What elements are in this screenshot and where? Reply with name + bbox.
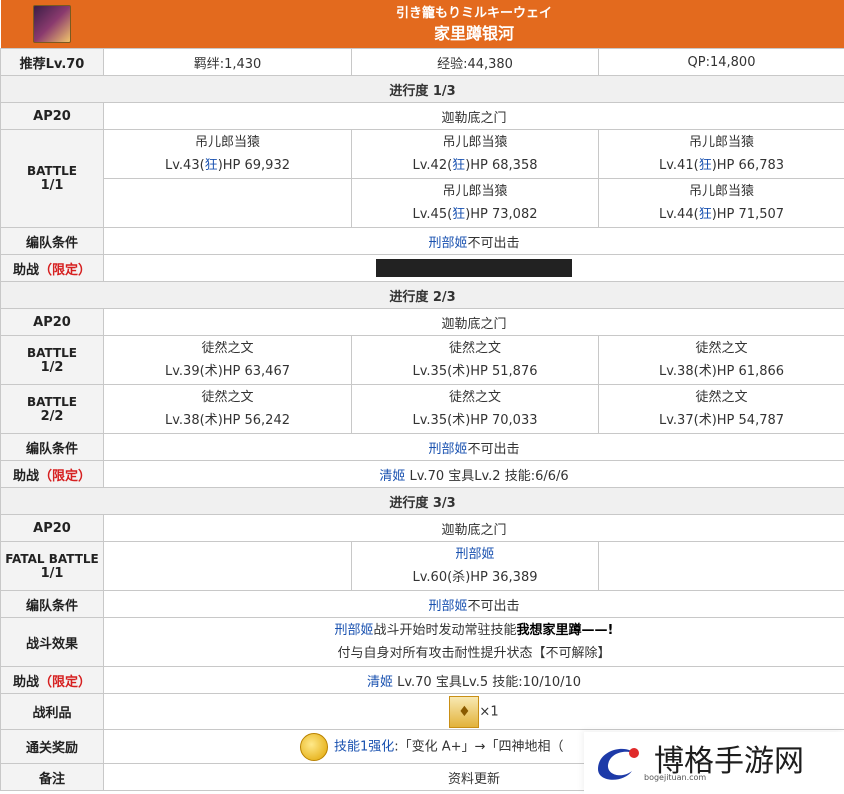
quest-subtitle: 引き籠もりミルキーウェイ — [396, 6, 553, 21]
empty-cell — [103, 541, 352, 591]
empty-cell — [103, 178, 352, 228]
battle-label: BATTLE 1/2 — [0, 335, 104, 385]
servant-link[interactable]: 清姬 — [367, 675, 393, 690]
servant-link[interactable]: 刑部姬 — [335, 623, 374, 638]
ap-cost: AP20 — [0, 102, 104, 130]
servant-link[interactable]: 刑部姬 — [428, 599, 467, 614]
formation-condition-label: 编队条件 — [0, 590, 104, 618]
quest-title: 家里蹲银河 — [434, 24, 515, 43]
recommended-level: 推荐Lv.70 — [0, 48, 104, 76]
notes-label: 备注 — [0, 763, 104, 791]
reward-link[interactable]: 技能1强化 — [334, 739, 394, 754]
boss-cell: 刑部姬 Lv.60(杀)HP 36,389 — [351, 541, 599, 591]
avatar-cell — [0, 0, 104, 49]
enemy-cell: 徒然之文 Lv.37(术)HP 54,787 — [597, 384, 844, 434]
formation-condition-label: 编队条件 — [0, 227, 104, 255]
exp-value: 经验:44,380 — [351, 48, 599, 76]
enemy-cell: 吊儿郎当猿 Lv.43(狂)HP 69,932 — [103, 129, 352, 179]
battle-label: BATTLE 1/1 — [0, 129, 104, 228]
boss-link[interactable]: 刑部姬 — [352, 543, 598, 566]
location: 迦勒底之门 — [102, 308, 844, 336]
empty-cell — [597, 541, 844, 591]
support-label: 助战（限定） — [0, 666, 104, 694]
progress-heading-1: 进行度 1/3 — [0, 75, 844, 103]
servant-link[interactable]: 刑部姬 — [428, 442, 467, 457]
ap-cost: AP20 — [0, 514, 104, 542]
formation-condition: 刑部姬不可出击 — [102, 590, 844, 618]
support-label: 助战（限定） — [0, 460, 104, 488]
enemy-cell: 徒然之文 Lv.38(术)HP 61,866 — [597, 335, 844, 385]
progress-heading-3: 进行度 3/3 — [0, 487, 844, 515]
enemy-cell: 徒然之文 Lv.35(术)HP 51,876 — [351, 335, 599, 385]
battle-label: BATTLE 2/2 — [0, 384, 104, 434]
class-link[interactable]: 狂 — [699, 158, 712, 173]
enemy-cell: 徒然之文 Lv.38(术)HP 56,242 — [103, 384, 352, 434]
progress-heading-2: 进行度 2/3 — [0, 281, 844, 309]
battle-effect: 刑部姬战斗开始时发动常驻技能我想家里蹲——! 付与自身对所有攻击耐性提升状态【不… — [102, 617, 844, 667]
class-link[interactable]: 狂 — [452, 207, 465, 222]
enemy-cell: 徒然之文 Lv.39(术)HP 63,467 — [103, 335, 352, 385]
enemy-cell: 吊儿郎当猿 Lv.41(狂)HP 66,783 — [597, 129, 844, 179]
clear-reward-label: 通关奖励 — [0, 729, 104, 764]
coin-icon — [300, 732, 328, 761]
formation-condition: 刑部姬不可出击 — [102, 227, 844, 255]
bond-value: 羁绊:1,430 — [103, 48, 352, 76]
support-label: 助战（限定） — [0, 254, 104, 282]
avatar[interactable] — [33, 5, 71, 43]
battle-effect-label: 战斗效果 — [0, 617, 104, 667]
redacted-block — [376, 259, 572, 277]
qp-value: QP:14,800 — [597, 48, 844, 76]
watermark: 博格手游网 bogejituan.com — [584, 732, 844, 794]
class-link[interactable]: 狂 — [699, 207, 712, 222]
loot-value: ♦ ×1 — [102, 693, 844, 730]
ap-cost: AP20 — [0, 308, 104, 336]
formation-condition: 刑部姬不可出击 — [102, 433, 844, 461]
support-value — [102, 254, 844, 282]
formation-condition-label: 编队条件 — [0, 433, 104, 461]
enemy-cell: 吊儿郎当猿 Lv.44(狂)HP 71,507 — [597, 178, 844, 228]
servant-link[interactable]: 刑部姬 — [428, 236, 467, 251]
class-link[interactable]: 狂 — [452, 158, 465, 173]
servant-link[interactable]: 清姬 — [379, 469, 405, 484]
battle-label: FATAL BATTLE 1/1 — [0, 541, 104, 591]
support-value: 清姬 Lv.70 宝具Lv.5 技能:10/10/10 — [102, 666, 844, 694]
watermark-logo-icon — [598, 748, 639, 780]
material-icon[interactable]: ♦ — [449, 695, 480, 728]
enemy-cell: 吊儿郎当猿 Lv.42(狂)HP 68,358 — [351, 129, 599, 179]
enemy-cell: 吊儿郎当猿 Lv.45(狂)HP 73,082 — [351, 178, 599, 228]
enemy-cell: 徒然之文 Lv.35(术)HP 70,033 — [351, 384, 599, 434]
class-link[interactable]: 狂 — [205, 158, 218, 173]
loot-label: 战利品 — [0, 693, 104, 730]
location: 迦勒底之门 — [102, 102, 844, 130]
support-value: 清姬 Lv.70 宝具Lv.2 技能:6/6/6 — [102, 460, 844, 488]
location: 迦勒底之门 — [102, 514, 844, 542]
quest-header: 引き籠もりミルキーウェイ 家里蹲银河 — [103, 0, 844, 49]
